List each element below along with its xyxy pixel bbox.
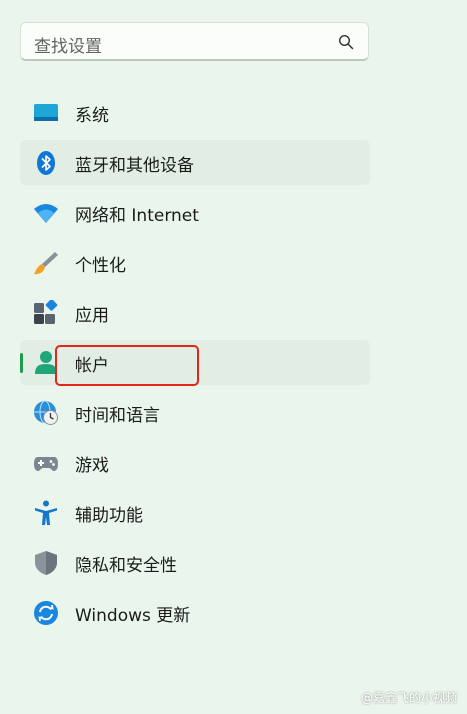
nav-item-apps[interactable]: 应用 [20, 290, 370, 335]
system-icon [34, 104, 58, 121]
nav-item-label: 游戏 [75, 456, 109, 476]
brush-icon [34, 252, 58, 275]
nav-item-label: 应用 [75, 306, 109, 326]
selected-indicator [20, 353, 23, 373]
nav-item-system[interactable]: 系统 [20, 90, 370, 135]
nav-item-personalization[interactable]: 个性化 [20, 240, 370, 285]
nav-item-label: 时间和语言 [75, 406, 160, 426]
nav-item-windows-update[interactable]: Windows 更新 [20, 590, 370, 635]
watermark: @嘉鑫飞的小视频 [360, 691, 457, 705]
accessibility-icon [35, 500, 57, 525]
nav-item-privacy[interactable]: 隐私和安全性 [20, 540, 370, 585]
nav-item-label: 个性化 [75, 256, 126, 276]
apps-icon [34, 300, 58, 324]
nav-item-label: 辅助功能 [75, 506, 143, 526]
nav-item-network[interactable]: 网络和 Internet [20, 190, 370, 235]
nav-item-label: 系统 [75, 106, 109, 126]
search-box[interactable]: 查找设置 [20, 22, 369, 61]
update-icon [34, 601, 58, 625]
nav-item-bluetooth[interactable]: 蓝牙和其他设备 [20, 140, 370, 185]
bluetooth-icon [37, 151, 55, 175]
account-icon [35, 351, 57, 374]
wifi-icon [34, 204, 58, 223]
nav-item-accessibility[interactable]: 辅助功能 [20, 490, 370, 535]
search-placeholder: 查找设置 [34, 37, 102, 57]
time-language-icon [34, 400, 58, 425]
nav-item-label: 蓝牙和其他设备 [75, 156, 194, 176]
gamepad-icon [34, 457, 58, 471]
nav-item-label: 隐私和安全性 [75, 556, 177, 576]
settings-nav: 系统 蓝牙和其他设备 网络和 Internet 个性化 应用 帐户 时间和语言 … [20, 90, 370, 640]
shield-icon [35, 551, 57, 575]
nav-item-gaming[interactable]: 游戏 [20, 440, 370, 485]
nav-item-label: 帐户 [75, 356, 109, 376]
nav-item-accounts[interactable]: 帐户 [20, 340, 370, 385]
search-icon[interactable] [338, 34, 354, 50]
nav-item-label: 网络和 Internet [75, 206, 199, 226]
nav-item-time-language[interactable]: 时间和语言 [20, 390, 370, 435]
nav-item-label: Windows 更新 [75, 606, 191, 626]
